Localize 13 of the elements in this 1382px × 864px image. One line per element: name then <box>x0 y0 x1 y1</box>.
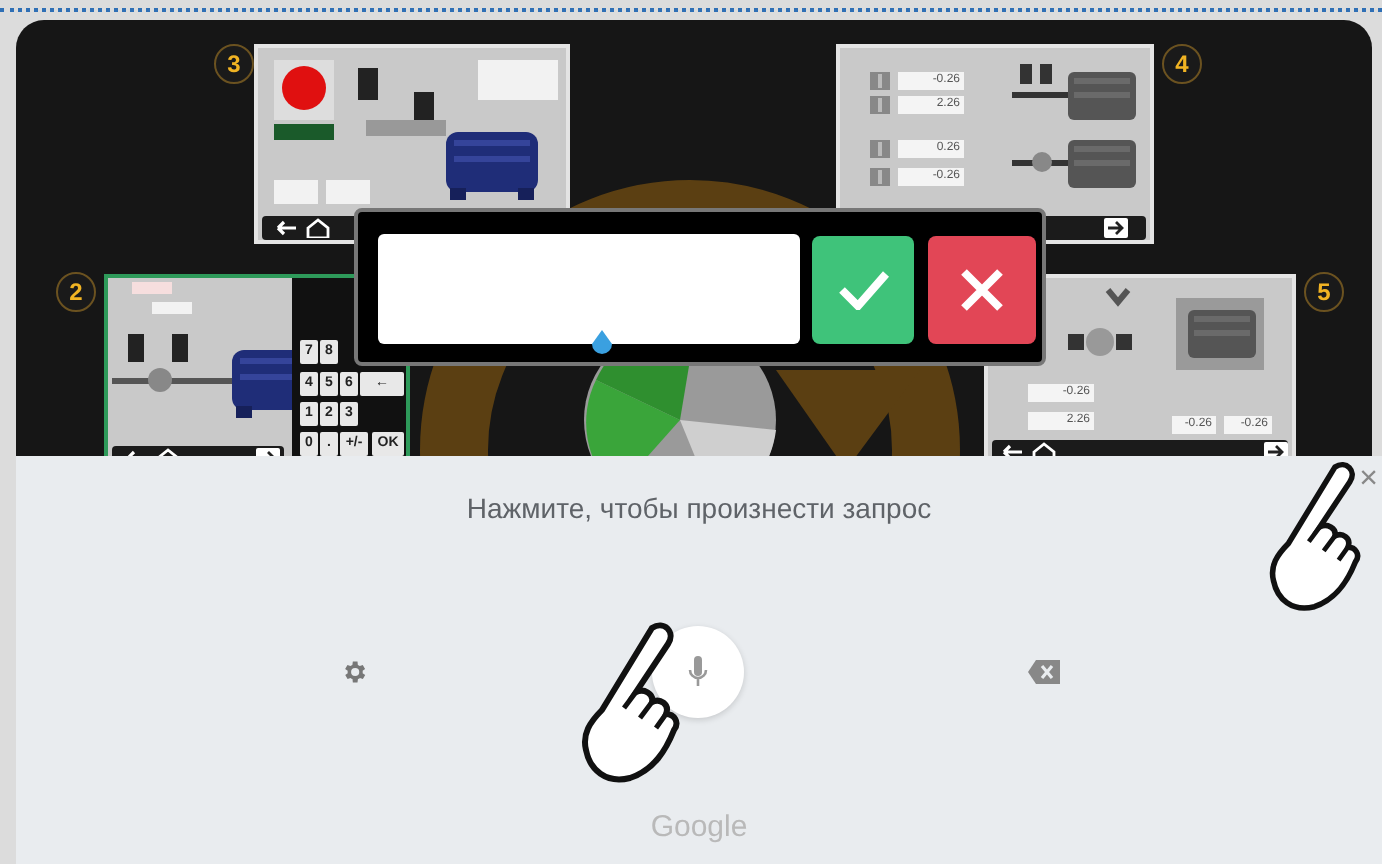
microphone-icon <box>687 656 707 688</box>
step-number: 3 <box>214 44 254 84</box>
backspace-icon[interactable] <box>1027 660 1059 684</box>
voice-prompt: Нажмите, чтобы произнести запрос <box>466 490 932 528</box>
step-number: 4 <box>1162 44 1202 84</box>
check-icon <box>837 270 889 310</box>
settings-icon[interactable] <box>339 658 367 686</box>
input-field[interactable] <box>378 234 800 344</box>
close-icon <box>960 268 1004 312</box>
cursor-handle-icon[interactable] <box>590 330 614 358</box>
cancel-button[interactable] <box>928 236 1036 344</box>
step-number: 5 <box>1304 272 1344 312</box>
step-number: 2 <box>56 272 96 312</box>
